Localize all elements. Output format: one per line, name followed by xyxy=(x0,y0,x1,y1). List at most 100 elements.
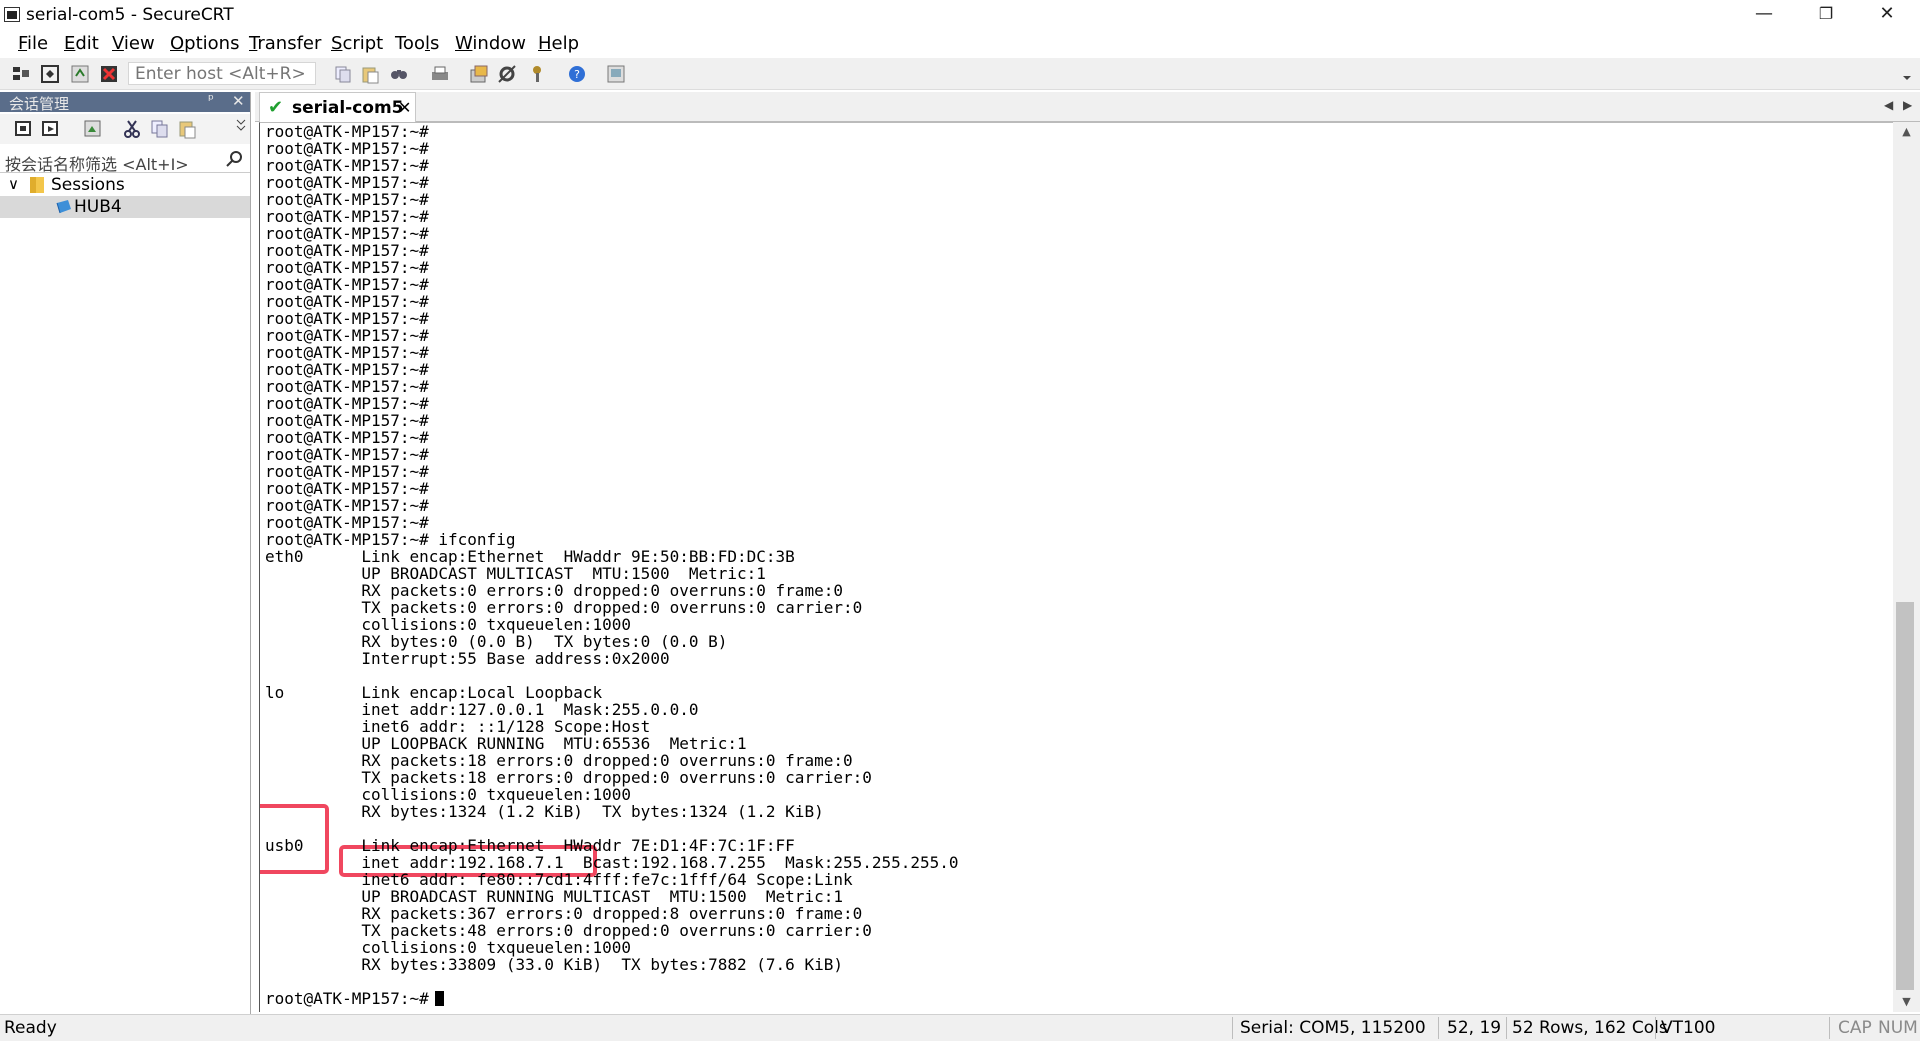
search-icon[interactable] xyxy=(225,149,245,169)
terminal-line: RX bytes:0 (0.0 B) TX bytes:0 (0.0 B) xyxy=(265,632,728,651)
paste-session-icon[interactable] xyxy=(178,118,198,140)
panel-overflow-icon[interactable] xyxy=(236,118,246,132)
session-manager-header: 会话管理 ᵖ ✕ xyxy=(0,92,250,113)
scroll-thumb[interactable] xyxy=(1896,602,1914,990)
reconnect-icon[interactable] xyxy=(70,64,90,84)
scroll-down-icon[interactable]: ▼ xyxy=(1893,992,1920,1012)
keymap-icon[interactable] xyxy=(527,64,547,84)
terminal-line: root@ATK-MP157:~# xyxy=(265,139,429,158)
quick-connect-icon[interactable] xyxy=(40,64,60,84)
new-session-icon[interactable] xyxy=(13,118,35,140)
terminal-line: root@ATK-MP157:~# xyxy=(265,411,429,430)
close-button[interactable]: ✕ xyxy=(1864,0,1910,30)
menu-help[interactable]: Help xyxy=(538,33,579,54)
status-divider xyxy=(1438,1017,1439,1039)
svg-text:?: ? xyxy=(574,68,580,81)
panel-close-icon[interactable]: ✕ xyxy=(232,92,245,110)
menu-options[interactable]: Options xyxy=(170,33,239,54)
terminal-line: usb0 Link encap:Ethernet HWaddr 7E:D1:4F… xyxy=(265,836,795,855)
terminal-line: RX bytes:1324 (1.2 KiB) TX bytes:1324 (1… xyxy=(265,802,824,821)
print-icon[interactable] xyxy=(430,64,450,84)
terminal-line: UP LOOPBACK RUNNING MTU:65536 Metric:1 xyxy=(265,734,747,753)
copy-icon[interactable] xyxy=(333,64,353,84)
global-options-icon[interactable] xyxy=(497,64,517,84)
disconnect-icon[interactable] xyxy=(99,64,119,84)
copy-session-icon[interactable] xyxy=(150,118,170,140)
menu-bar: File Edit View Options Transfer Script T… xyxy=(0,30,1920,58)
find-icon[interactable] xyxy=(389,64,409,84)
tab-scroll-right-icon[interactable]: ▶ xyxy=(1903,98,1912,112)
tab-scroll-left-icon[interactable]: ◀ xyxy=(1884,98,1893,112)
menu-script[interactable]: Script xyxy=(331,33,383,54)
terminal-line: UP BROADCAST RUNNING MULTICAST MTU:1500 … xyxy=(265,887,843,906)
terminal-prompt-line: root@ATK-MP157:~# xyxy=(265,990,444,1007)
terminal-cursor xyxy=(434,991,444,1006)
tree-item-hub4[interactable]: HUB4 xyxy=(0,196,250,218)
terminal-line: TX packets:48 errors:0 dropped:0 overrun… xyxy=(265,921,872,940)
terminal-view[interactable]: root@ATK-MP157:~# root@ATK-MP157:~# root@A… xyxy=(259,122,1893,1012)
pin-icon[interactable]: ᵖ xyxy=(208,92,214,108)
help-icon[interactable]: ? xyxy=(567,64,587,84)
session-filter[interactable]: 按会话名称筛选 <Alt+I> xyxy=(0,148,250,174)
terminal-line: RX bytes:33809 (33.0 KiB) TX bytes:7882 … xyxy=(265,955,843,974)
terminal-line: inet addr:192.168.7.1 Bcast:192.168.7.25… xyxy=(265,853,959,872)
terminal-line: inet6 addr: fe80::7cd1:4fff:fe7c:1fff/64… xyxy=(265,870,853,889)
terminal-line: lo Link encap:Local Loopback xyxy=(265,683,603,702)
status-size: 52 Rows, 162 Cols xyxy=(1512,1018,1668,1038)
session-panel-toolbar xyxy=(0,114,250,144)
menu-tools[interactable]: Tools xyxy=(395,33,439,54)
terminal-line: root@ATK-MP157:~# xyxy=(265,156,429,175)
terminal-prompt: root@ATK-MP157:~# xyxy=(265,989,429,1008)
scroll-up-icon[interactable]: ▲ xyxy=(1893,122,1920,142)
tree-item-label: HUB4 xyxy=(74,197,122,217)
tab-bar: ✔ serial-com5 ✕ ◀ ▶ xyxy=(255,92,1920,122)
terminal-line: root@ATK-MP157:~# xyxy=(265,394,429,413)
terminal-line: RX packets:367 errors:0 dropped:8 overru… xyxy=(265,904,863,923)
terminal-line: collisions:0 txqueuelen:1000 xyxy=(265,785,632,804)
status-num-lock: NUM xyxy=(1878,1018,1918,1038)
menu-transfer[interactable]: Transfer xyxy=(249,33,321,54)
terminal-line: root@ATK-MP157:~# xyxy=(265,275,429,294)
chevron-down-icon[interactable]: ∨ xyxy=(8,175,19,193)
terminal-line: inet addr:127.0.0.1 Mask:255.0.0.0 xyxy=(265,700,699,719)
terminal-line: root@ATK-MP157:~# xyxy=(265,173,429,192)
terminal-line: TX packets:18 errors:0 dropped:0 overrun… xyxy=(265,768,872,787)
terminal-line: RX packets:18 errors:0 dropped:0 overrun… xyxy=(265,751,853,770)
terminal-line: RX packets:0 errors:0 dropped:0 overruns… xyxy=(265,581,843,600)
terminal-line: collisions:0 txqueuelen:1000 xyxy=(265,615,632,634)
terminal-line: root@ATK-MP157:~# xyxy=(265,207,429,226)
folder-icon xyxy=(30,177,44,193)
terminal-line: root@ATK-MP157:~# xyxy=(265,462,429,481)
connect-icon[interactable] xyxy=(11,64,31,84)
minimize-button[interactable]: — xyxy=(1741,0,1787,30)
menu-view[interactable]: View xyxy=(112,33,155,54)
tab-serial-com5[interactable]: ✔ serial-com5 ✕ xyxy=(259,92,416,122)
session-options-icon[interactable] xyxy=(469,64,489,84)
screenshot-icon[interactable] xyxy=(606,64,626,84)
session-manager-panel: 会话管理 ᵖ ✕ 按会话名称筛选 <Alt+I> ∨ Sessions HUB4 xyxy=(0,92,251,1014)
status-divider xyxy=(1506,1017,1507,1039)
title-bar: serial-com5 - SecureCRT — ❐ ✕ xyxy=(0,0,1920,30)
terminal-line: inet6 addr: ::1/128 Scope:Host xyxy=(265,717,651,736)
terminal-line: Interrupt:55 Base address:0x2000 xyxy=(265,649,670,668)
status-cursor-position: 52, 19 xyxy=(1447,1018,1502,1038)
toolbar-overflow-icon[interactable] xyxy=(1900,64,1914,84)
terminal-line: UP BROADCAST MULTICAST MTU:1500 Metric:1 xyxy=(265,564,766,583)
paste-icon[interactable] xyxy=(360,64,380,84)
terminal-scrollbar[interactable]: ▲ ▼ xyxy=(1893,122,1920,1012)
terminal-line: root@ATK-MP157:~# xyxy=(265,241,429,260)
tree-item-sessions[interactable]: ∨ Sessions xyxy=(0,174,250,196)
menu-file[interactable]: File xyxy=(18,33,48,54)
tab-close-icon[interactable]: ✕ xyxy=(398,98,411,117)
terminal-line: root@ATK-MP157:~# xyxy=(265,326,429,345)
terminal-line: root@ATK-MP157:~# xyxy=(265,428,429,447)
window-title: serial-com5 - SecureCRT xyxy=(26,5,234,25)
session-filter-placeholder: 按会话名称筛选 <Alt+I> xyxy=(5,155,189,174)
enter-host-input[interactable] xyxy=(128,62,316,85)
cut-icon[interactable] xyxy=(122,118,142,140)
session-properties-icon[interactable] xyxy=(82,118,104,140)
menu-window[interactable]: Window xyxy=(455,33,526,54)
menu-edit[interactable]: Edit xyxy=(64,33,99,54)
connect-session-icon[interactable] xyxy=(40,118,62,140)
restore-button[interactable]: ❐ xyxy=(1803,0,1849,30)
